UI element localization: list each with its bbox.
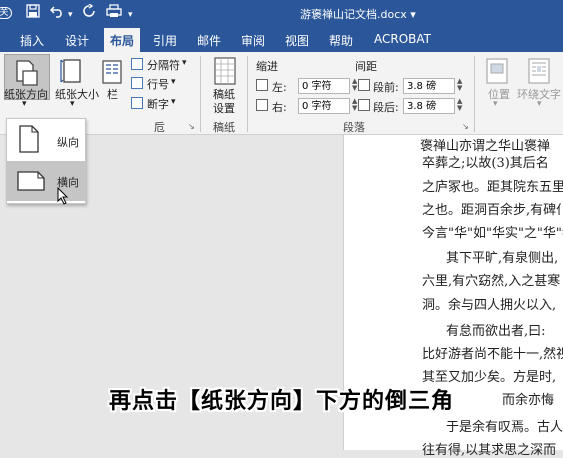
size-dropdown-icon[interactable]: ▾ (70, 99, 75, 109)
landscape-page-icon (17, 171, 45, 195)
breaks-icon (131, 58, 143, 70)
autosave-icon[interactable]: 关 (0, 7, 12, 19)
text-line[interactable]: 其下平旷,有泉侧出, (446, 247, 558, 266)
indent-header: 缩进 (256, 60, 278, 73)
spacing-before-spinner[interactable]: ▲ ▼ (457, 78, 462, 92)
ribbon-tabs: 插入 设计 布局 引用 邮件 审阅 视图 帮助 ACROBAT (0, 28, 563, 52)
line-numbers-button[interactable]: 行号 (147, 76, 169, 92)
tab-review[interactable]: 审阅 (241, 32, 265, 49)
page-setup-group-label: 卮 (154, 121, 165, 134)
wrap-text-icon (528, 58, 550, 88)
hyphenation-icon (131, 97, 143, 109)
tab-mailings[interactable]: 邮件 (197, 32, 221, 49)
paragraph-group-label: 段落 (343, 121, 365, 134)
line-numbers-dropdown-icon[interactable]: ▾ (171, 77, 176, 87)
text-line[interactable]: 之也。距洞百余步,有碑仆 (422, 199, 563, 218)
position-dropdown-icon[interactable]: ▾ (493, 99, 498, 109)
indent-right-label: 右: (272, 101, 287, 114)
position-icon (486, 58, 508, 88)
page-setup-launcher-icon[interactable]: ↘ (188, 122, 195, 131)
tab-design[interactable]: 设计 (65, 32, 89, 49)
print-icon[interactable] (106, 4, 122, 23)
spacing-before-label: 段前: (373, 81, 399, 94)
orientation-portrait-option[interactable]: 纵向 (7, 121, 85, 161)
spacing-after-spinner[interactable]: ▲ ▼ (457, 98, 462, 112)
spacing-after-icon (358, 99, 370, 111)
spacing-before-icon (358, 79, 370, 91)
indent-right-spinner[interactable]: ▲ ▼ (352, 98, 357, 112)
paragraph-launcher-icon[interactable]: ↘ (462, 122, 469, 131)
manuscript-group-label: 稿纸 (213, 121, 235, 134)
indent-left-spinner[interactable]: ▲ ▼ (352, 78, 357, 92)
orientation-menu: 纵向 横向 (6, 118, 86, 204)
portrait-label: 纵向 (57, 136, 79, 149)
text-line[interactable]: 往有得,以其求思之深而 (422, 439, 556, 458)
tab-references[interactable]: 引用 (153, 32, 177, 49)
separator (200, 56, 201, 132)
document-title: 游褒禅山记文档.docx ▾ (300, 8, 416, 21)
position-label[interactable]: 位置 (488, 86, 510, 102)
size-label[interactable]: 纸张大小 (55, 86, 99, 102)
spacing-before-field[interactable]: 3.8 磅 (403, 78, 455, 94)
indent-left-field[interactable]: 0 字符 (298, 78, 350, 94)
text-line[interactable]: 之庐冢也。距其院东五里, (422, 176, 563, 195)
orientation-dropdown-icon[interactable]: ▾ (22, 99, 27, 109)
tab-layout[interactable]: 布局 (104, 28, 141, 52)
breaks-dropdown-icon[interactable]: ▾ (182, 58, 187, 68)
line-numbers-icon (131, 77, 143, 89)
tab-view[interactable]: 视图 (285, 32, 309, 49)
text-line[interactable]: 有怠而欲出者,曰: (446, 320, 546, 339)
customize-toolbar-icon[interactable]: ▾ (128, 6, 133, 24)
text-line[interactable]: 今言"华"如"华实"之"华"者, (422, 222, 563, 241)
breaks-button[interactable]: 分隔符 (147, 57, 180, 73)
text-line[interactable]: 于是余有叹焉。古人之 (446, 416, 563, 435)
undo-dropdown-icon[interactable]: ▾ (68, 6, 73, 24)
text-line[interactable]: 洞。余与四人拥火以入, (422, 294, 556, 313)
indent-left-icon (256, 79, 268, 91)
manuscript-icon (214, 57, 236, 89)
undo-icon[interactable] (49, 4, 66, 23)
hyphenation-dropdown-icon[interactable]: ▾ (171, 97, 176, 107)
title-bar: 关 ▾ ▾ 游褒禅山记文档.docx ▾ (0, 0, 563, 28)
mouse-cursor-icon (57, 186, 69, 209)
tab-help[interactable]: 帮助 (329, 32, 353, 49)
columns-label[interactable]: 栏 (107, 86, 118, 102)
text-line[interactable]: 卒葬之;以故(3)其后名 (422, 152, 549, 171)
indent-right-icon (256, 99, 268, 111)
text-line[interactable]: 六里,有穴窈然,入之甚寒 (422, 270, 560, 289)
indent-left-label: 左: (272, 81, 287, 94)
text-line[interactable]: 比好游者尚不能十一,然视 (422, 343, 563, 362)
save-icon[interactable] (26, 4, 40, 23)
separator (247, 56, 248, 132)
indent-right-field[interactable]: 0 字符 (298, 98, 350, 114)
spacing-header: 间距 (355, 60, 377, 73)
orientation-landscape-option[interactable]: 横向 (7, 161, 85, 201)
manuscript-label-line2[interactable]: 设置 (213, 100, 235, 116)
portrait-page-icon (19, 125, 39, 157)
redo-icon[interactable] (82, 3, 96, 23)
spacing-after-field[interactable]: 3.8 磅 (403, 98, 455, 114)
spacing-after-label: 段后: (373, 101, 399, 114)
tab-acrobat[interactable]: ACROBAT (374, 32, 431, 46)
title-dropdown-icon[interactable]: ▾ (410, 8, 416, 21)
wrap-text-dropdown-icon[interactable]: ▾ (537, 99, 542, 109)
hyphenation-button[interactable]: 断字 (147, 96, 169, 112)
video-caption: 再点击【纸张方向】下方的倒三角 (108, 389, 454, 414)
tab-insert[interactable]: 插入 (20, 32, 44, 49)
separator (474, 56, 475, 132)
